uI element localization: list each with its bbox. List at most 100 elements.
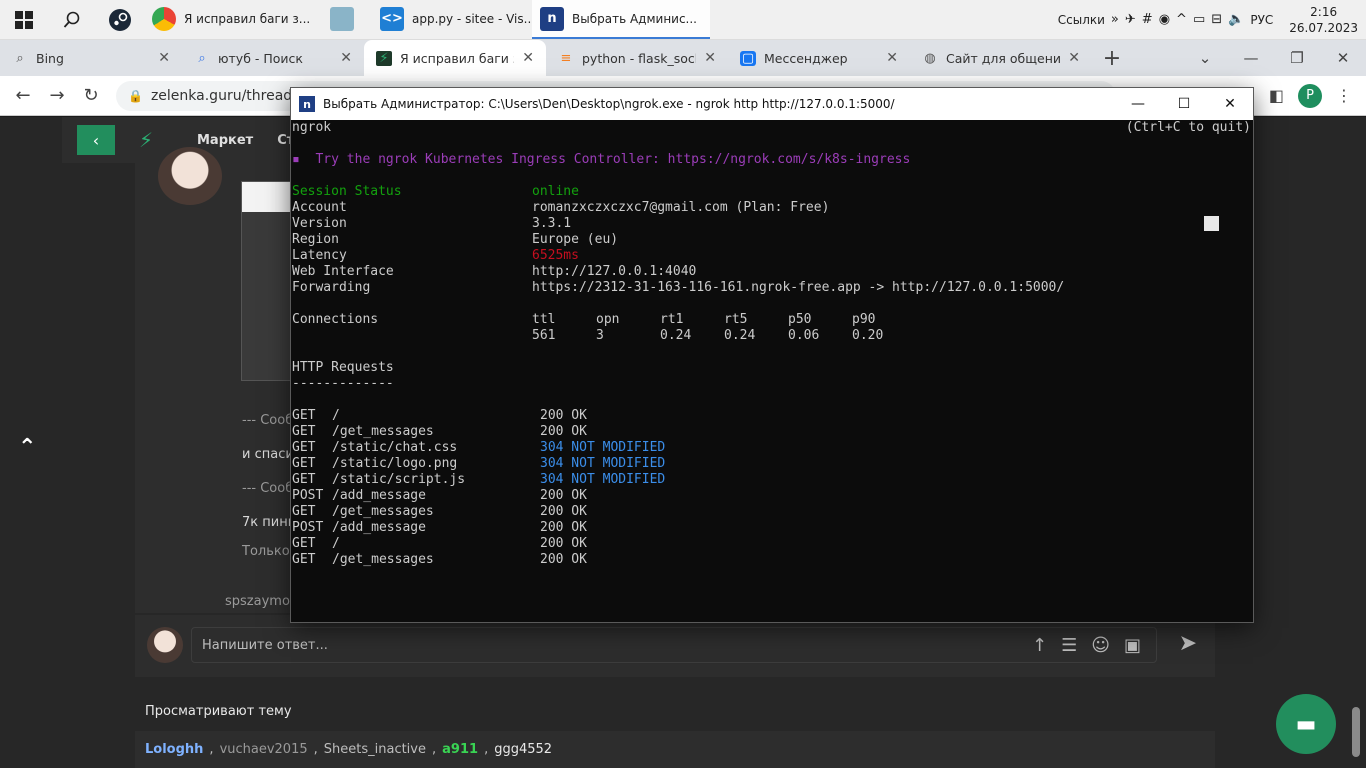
close-icon[interactable]: ✕ xyxy=(340,50,352,66)
browser-tab-lolz[interactable]: ⚡ Я исправил баги зате ✕ xyxy=(364,40,546,76)
list-icon[interactable]: ☰ xyxy=(1061,635,1077,656)
close-icon[interactable]: ✕ xyxy=(886,50,898,66)
my-avatar xyxy=(147,627,183,663)
viewer-link[interactable]: a911 xyxy=(442,742,478,757)
steam-icon xyxy=(109,8,131,31)
nav-market[interactable]: Маркет xyxy=(197,133,253,148)
console-title-bar[interactable]: n Выбрать Администратор: C:\Users\Den\De… xyxy=(291,88,1253,120)
viewer-link[interactable]: ggg4552 xyxy=(494,742,552,757)
tab-label: Мессенджер xyxy=(764,50,848,66)
steam-tray-icon[interactable]: ◉ xyxy=(1159,12,1170,27)
conn-header: p50 xyxy=(788,312,812,327)
maximize-icon[interactable]: ☐ xyxy=(1161,96,1207,112)
request-status: 200 OK xyxy=(540,552,587,567)
terminal-cursor xyxy=(1204,216,1219,231)
chevron-left-icon: ‹ xyxy=(92,130,100,150)
conn-value: 0.24 xyxy=(660,328,692,343)
browser-window-controls: ⌄ — ❐ ✕ xyxy=(1182,49,1366,67)
back-arrow-icon[interactable]: ← xyxy=(6,85,40,106)
session-key: Latency xyxy=(292,248,347,263)
clock[interactable]: 2:16 26.07.2023 xyxy=(1279,4,1358,36)
taskbar-app-vscode[interactable]: <> app.py - sitee - Vis... xyxy=(372,0,532,39)
emoji-icon[interactable]: ☺ xyxy=(1091,635,1110,656)
close-icon[interactable]: ✕ xyxy=(704,50,716,66)
image-icon[interactable]: ▣ xyxy=(1124,635,1141,656)
session-key: Session Status xyxy=(292,184,402,199)
ethernet-icon[interactable]: ⊟ xyxy=(1211,12,1222,27)
send-icon[interactable]: ➤ xyxy=(1179,631,1197,656)
separator: , xyxy=(209,742,214,757)
taskbar-app-explorer[interactable] xyxy=(322,0,372,39)
browser-tab-stackoverflow[interactable]: ≡ python - flask_socketi ✕ xyxy=(546,40,728,76)
folder-icon xyxy=(330,6,354,31)
request-status: 200 OK xyxy=(540,504,587,519)
network-activity-icon[interactable]: ✈ xyxy=(1125,12,1136,27)
start-button[interactable] xyxy=(0,0,48,39)
requests-rule: ------------- xyxy=(292,376,394,391)
close-window-icon[interactable]: ✕ xyxy=(1320,49,1366,67)
post-image-thumbnail[interactable] xyxy=(241,181,292,381)
scroll-up-icon[interactable]: ⌃ xyxy=(18,435,36,460)
conn-value: 0.06 xyxy=(788,328,820,343)
forward-arrow-icon[interactable]: → xyxy=(40,85,74,106)
reload-icon[interactable]: ↻ xyxy=(74,85,108,106)
session-value: 3.3.1 xyxy=(532,216,572,231)
upload-icon[interactable]: ↑ xyxy=(1032,635,1047,656)
tab-search-icon[interactable]: ⌄ xyxy=(1182,49,1228,67)
chat-fab-button[interactable]: ▬ xyxy=(1276,694,1336,754)
steam-taskbar-button[interactable] xyxy=(96,0,144,39)
display-icon[interactable]: ▭ xyxy=(1193,12,1205,27)
tab-label: ютуб - Поиск xyxy=(218,50,303,66)
browser-tab-messenger[interactable]: ▢ Мессенджер ✕ xyxy=(728,40,910,76)
language-indicator[interactable]: РУС xyxy=(1250,13,1273,27)
separator: , xyxy=(432,742,437,757)
menu-icon[interactable]: ⋮ xyxy=(1336,86,1352,105)
conn-value: 3 xyxy=(596,328,604,343)
clock-date: 26.07.2023 xyxy=(1289,20,1358,35)
browser-tab-chat-site[interactable]: ◍ Сайт для общения ✕ xyxy=(910,40,1092,76)
session-value: Europe (eu) xyxy=(532,232,619,247)
close-icon[interactable]: ✕ xyxy=(522,50,534,66)
hash-icon[interactable]: # xyxy=(1142,12,1153,27)
search-icon: ⌕ xyxy=(16,50,24,66)
request-status: 304 NOT MODIFIED xyxy=(540,472,666,487)
sidebar-icon[interactable]: ◧ xyxy=(1269,86,1284,105)
reply-input[interactable]: Напишите ответ... xyxy=(191,627,1157,663)
close-icon[interactable]: ✕ xyxy=(1068,50,1080,66)
close-icon[interactable]: ✕ xyxy=(1207,96,1253,112)
system-tray: Ссылки » ✈ # ◉ ^ ▭ ⊟ 🔈 РУС 2:16 26.07.20… xyxy=(1058,0,1366,39)
minimize-icon[interactable]: — xyxy=(1115,96,1161,112)
minimize-icon[interactable]: — xyxy=(1228,49,1274,67)
vscode-icon: <> xyxy=(380,6,404,31)
taskbar-app-chrome[interactable]: Я исправил баги з... xyxy=(144,0,322,39)
tray-chevron-icon[interactable]: ^ xyxy=(1176,12,1187,27)
volume-icon[interactable]: 🔈 xyxy=(1228,12,1244,27)
browser-tab-bing[interactable]: ⌕ Bing ✕ xyxy=(0,40,182,76)
back-button[interactable]: ‹ xyxy=(77,125,115,155)
post-line: --- Сооб xyxy=(242,481,294,496)
search-icon xyxy=(63,11,80,28)
browser-tab-youtube-search[interactable]: ⌕ ютуб - Поиск ✕ xyxy=(182,40,364,76)
post-signature: spszaymon xyxy=(225,594,299,609)
site-logo-icon[interactable]: ⚡ xyxy=(139,125,173,155)
viewers-list: Lologhh, vuchaev2015, Sheets_inactive, a… xyxy=(135,731,1215,768)
restore-icon[interactable]: ❐ xyxy=(1274,49,1320,67)
page-scrollbar[interactable] xyxy=(1352,707,1360,757)
search-button[interactable] xyxy=(48,0,96,39)
viewer-link[interactable]: vuchaev2015 xyxy=(220,742,308,757)
ngrok-console-window: n Выбрать Администратор: C:\Users\Den\De… xyxy=(291,88,1253,622)
viewer-link[interactable]: Sheets_inactive xyxy=(324,742,426,757)
links-toolbar[interactable]: Ссылки xyxy=(1058,13,1105,27)
console-window-controls: — ☐ ✕ xyxy=(1115,96,1253,112)
profile-avatar[interactable]: P xyxy=(1298,83,1322,108)
tab-label: Сайт для общения xyxy=(946,50,1061,66)
session-value: romanzxczxczxc7@gmail.com (Plan: Free) xyxy=(532,200,830,215)
session-value: 6525ms xyxy=(532,248,579,263)
close-icon[interactable]: ✕ xyxy=(158,50,170,66)
new-tab-button[interactable]: + xyxy=(1092,46,1132,71)
viewer-link[interactable]: Lologhh xyxy=(145,742,203,757)
search-icon: ⌕ xyxy=(198,50,206,66)
post-author-avatar[interactable] xyxy=(158,147,222,205)
terminal-output[interactable]: ngrok (Ctrl+C to quit) ▪ Try the ngrok K… xyxy=(291,120,1253,622)
taskbar-app-ngrok[interactable]: n Выбрать Админис... xyxy=(532,0,710,39)
